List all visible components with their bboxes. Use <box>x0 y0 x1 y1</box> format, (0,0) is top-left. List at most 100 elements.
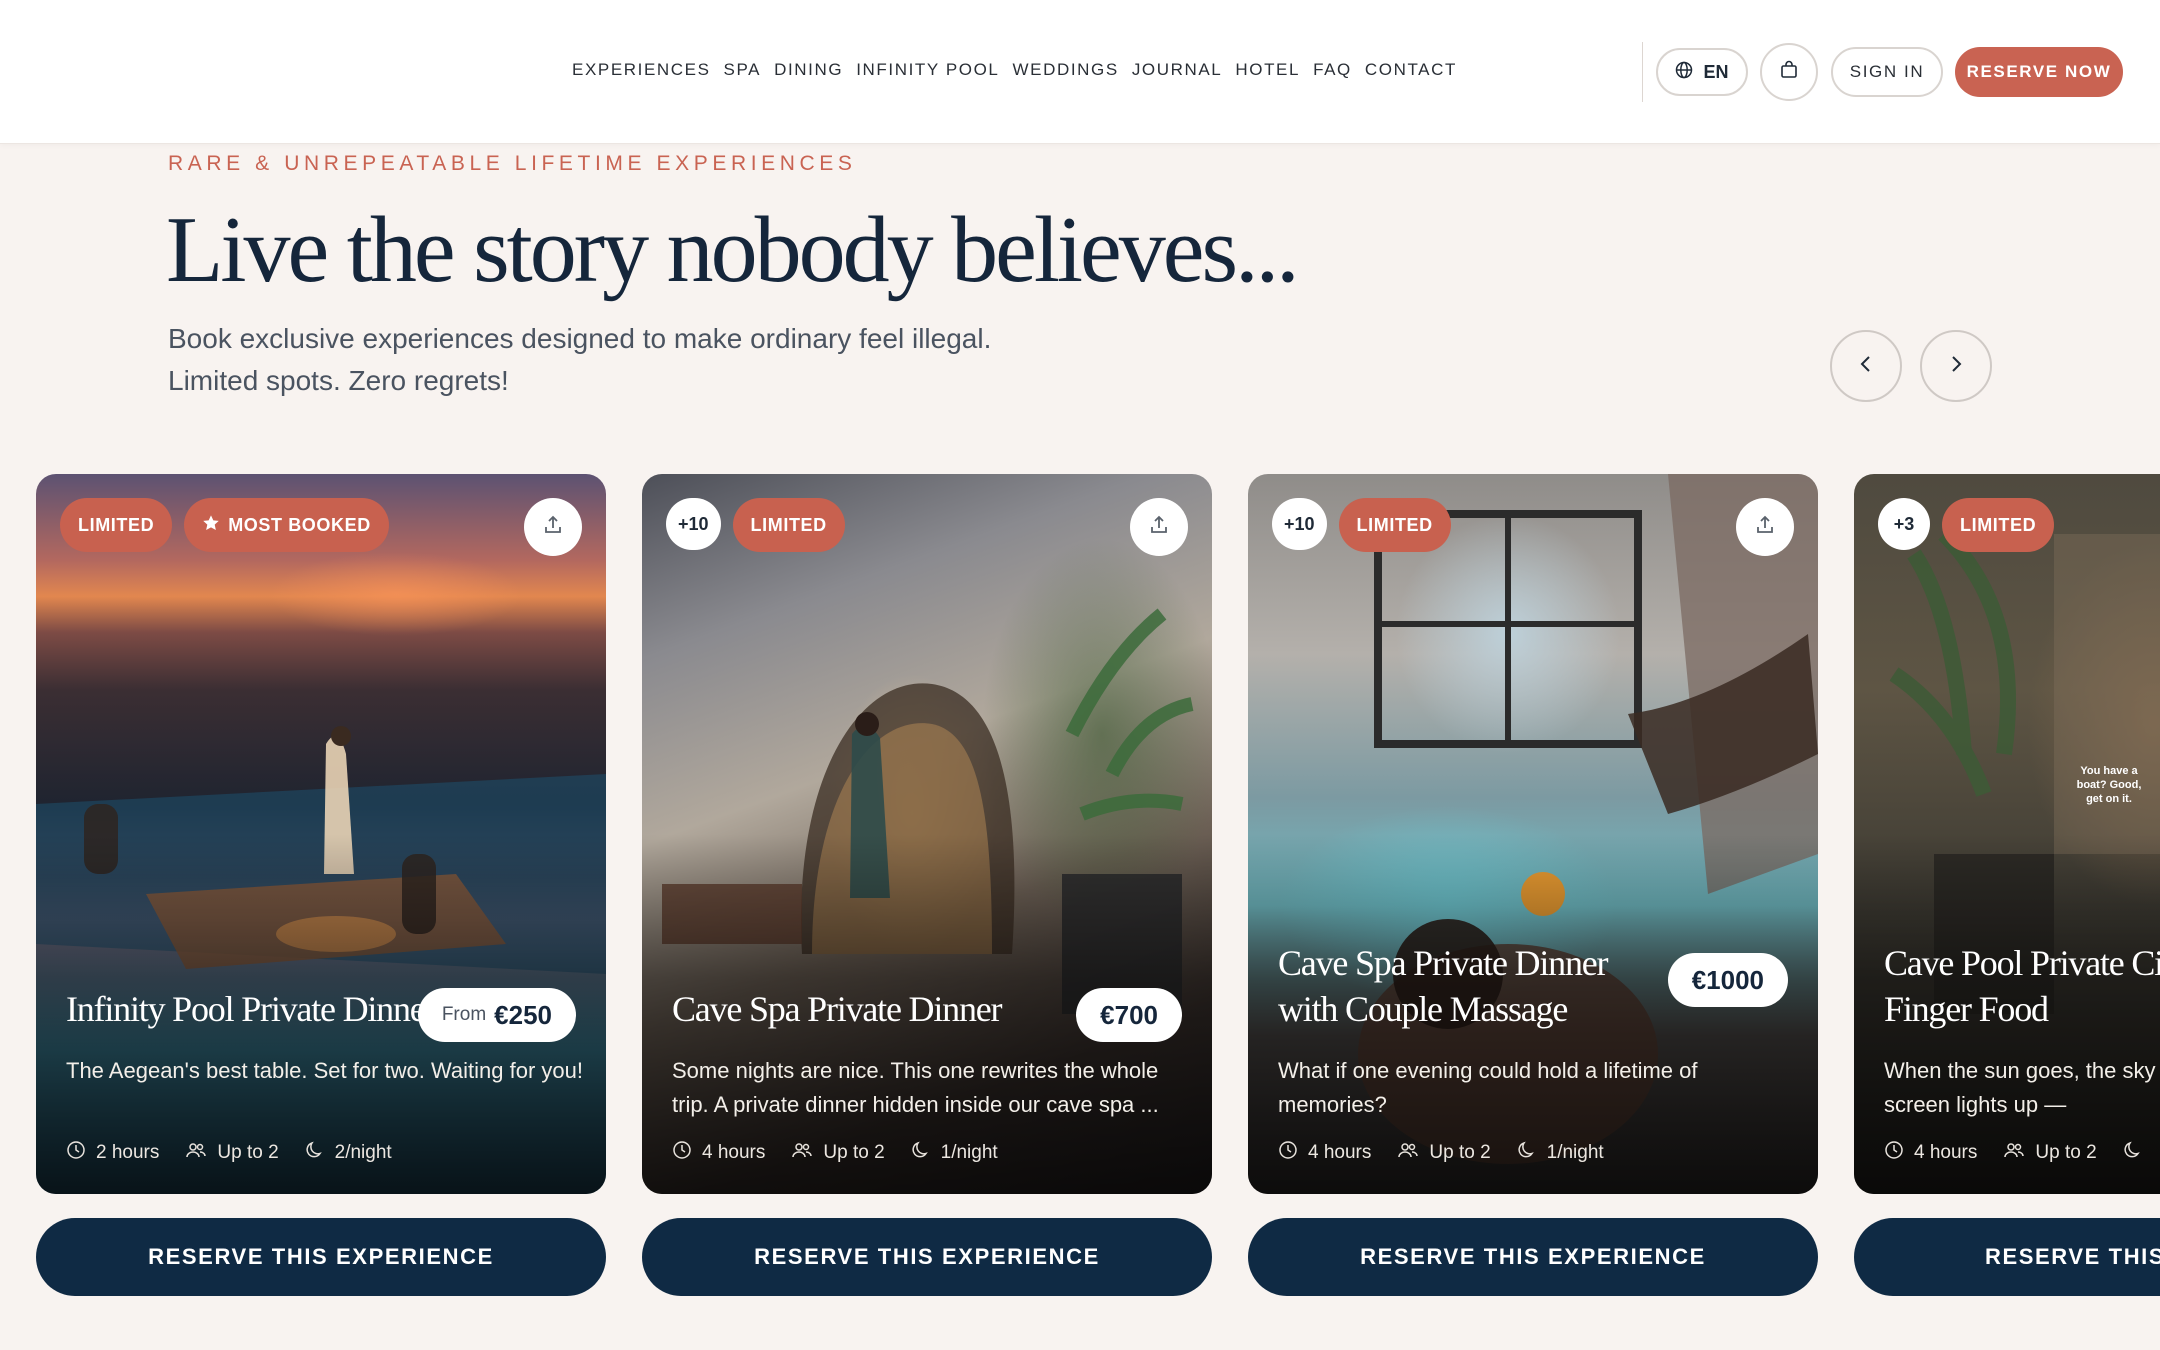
reserve-experience-button[interactable]: RESERVE THIS EXPERIENCE <box>642 1218 1212 1296</box>
site-header: EXPERIENCES SPA DINING INFINITY POOL WED… <box>0 0 2160 144</box>
signin-button[interactable]: SIGN IN <box>1831 47 1943 97</box>
price-pill: From €250 <box>417 988 576 1042</box>
nav-faq[interactable]: FAQ <box>1313 60 1352 80</box>
guests-meta: Up to 2 <box>185 1140 279 1166</box>
availability-meta: 2/night <box>305 1140 392 1166</box>
nav-infinity-pool[interactable]: INFINITY POOL <box>856 60 999 80</box>
clock-icon <box>66 1140 86 1166</box>
photo-count-badge: +3 <box>1878 498 1930 550</box>
clock-icon <box>672 1140 692 1166</box>
photo-count-badge: +10 <box>666 498 721 550</box>
reserve-experience-button[interactable]: RESERVE THIS EXPERIENCE <box>1248 1218 1818 1296</box>
card-badges: +10 LIMITED <box>1272 498 1451 552</box>
nav-journal[interactable]: JOURNAL <box>1132 60 1223 80</box>
moon-icon <box>1517 1140 1537 1166</box>
globe-icon <box>1675 61 1693 84</box>
card-title: Cave Spa Private Dinner <box>672 989 1003 1029</box>
duration-meta: 4 hours <box>1884 1140 1977 1166</box>
hero-subtitle-line: Limited spots. Zero regrets! <box>168 365 509 396</box>
availability-meta <box>2123 1140 2143 1166</box>
nav-experiences[interactable]: EXPERIENCES <box>572 60 711 80</box>
limited-badge: LIMITED <box>732 498 845 552</box>
users-icon <box>185 1140 207 1166</box>
card-description: What if one evening could hold a lifetim… <box>1278 1058 1698 1117</box>
chevron-left-icon <box>1855 353 1877 380</box>
availability-meta: 1/night <box>1517 1140 1604 1166</box>
language-label: EN <box>1703 61 1729 82</box>
main-nav: EXPERIENCES SPA DINING INFINITY POOL WED… <box>572 60 1470 80</box>
card-description: The Aegean's best table. Set for two. Wa… <box>66 1058 583 1083</box>
price-value: €250 <box>494 999 552 1030</box>
users-icon <box>2003 1140 2025 1166</box>
users-icon <box>1397 1140 1419 1166</box>
guests-label: Up to 2 <box>2035 1142 2097 1163</box>
card-badges: +10 LIMITED <box>666 498 845 552</box>
availability-meta: 1/night <box>911 1140 998 1166</box>
carousel-next-button[interactable] <box>1920 330 1992 402</box>
duration-label: 4 hours <box>1914 1142 1978 1163</box>
price-pill: €1000 <box>1667 953 1788 1007</box>
moon-icon <box>2123 1140 2143 1166</box>
share-icon <box>1148 514 1170 541</box>
duration-meta: 2 hours <box>66 1140 159 1166</box>
card-meta: 4 hours Up to 2 1/night <box>672 1140 998 1166</box>
nav-contact[interactable]: CONTACT <box>1365 60 1457 80</box>
nav-spa[interactable]: SPA <box>724 60 762 80</box>
photo-count-badge: +10 <box>1272 498 1327 550</box>
experience-card[interactable]: LIMITED MOST BOOKED Infinity Pool Privat… <box>36 474 606 1194</box>
header-divider <box>1642 42 1643 102</box>
card-description: When the sun goes, the sky when the scre… <box>1884 1058 2160 1117</box>
guests-meta: Up to 2 <box>1397 1140 1491 1166</box>
nav-hotel[interactable]: HOTEL <box>1235 60 1300 80</box>
price-value: €700 <box>1100 999 1158 1030</box>
clock-icon <box>1884 1140 1904 1166</box>
duration-label: 4 hours <box>702 1142 766 1163</box>
most-booked-badge: MOST BOOKED <box>184 498 389 552</box>
most-booked-label: MOST BOOKED <box>228 514 371 535</box>
guests-label: Up to 2 <box>1429 1142 1491 1163</box>
experience-card[interactable]: You have a boat? Good, get on it. +3 LIM… <box>1854 474 2160 1194</box>
card-title: Infinity Pool Private Dinner <box>66 989 437 1029</box>
price-pill: €700 <box>1076 988 1182 1042</box>
share-button[interactable] <box>1130 498 1188 556</box>
nav-dining[interactable]: DINING <box>774 60 843 80</box>
limited-badge: LIMITED <box>1942 498 2055 552</box>
experience-card[interactable]: +10 LIMITED Cave Spa Private Dinner €700… <box>642 474 1212 1194</box>
shopping-bag-icon <box>1779 60 1799 85</box>
hero-subtitle: Book exclusive experiences designed to m… <box>168 318 1068 402</box>
share-icon <box>1754 514 1776 541</box>
reserve-now-button[interactable]: RESERVE NOW <box>1955 47 2123 97</box>
guests-label: Up to 2 <box>217 1142 279 1163</box>
share-button[interactable] <box>1736 498 1794 556</box>
nav-weddings[interactable]: WEDDINGS <box>1013 60 1119 80</box>
duration-label: 4 hours <box>1308 1142 1372 1163</box>
availability-label: 2/night <box>334 1142 392 1163</box>
share-icon <box>542 514 564 541</box>
guests-meta: Up to 2 <box>791 1140 885 1166</box>
card-image-caption: You have a boat? Good, get on it. <box>2076 765 2142 805</box>
availability-label: 1/night <box>940 1142 998 1163</box>
reserve-experience-button[interactable]: RESERVE THIS EXPERIENCE <box>1854 1218 2160 1296</box>
share-button[interactable] <box>524 498 582 556</box>
hero-title: Live the story nobody believes... <box>166 198 1300 302</box>
availability-label: 1/night <box>1546 1142 1604 1163</box>
price-from-label: From <box>441 1004 487 1025</box>
experience-card[interactable]: +10 LIMITED Cave Spa Private Dinner with… <box>1248 474 1818 1194</box>
card-title: Cave Spa Private Dinner with Couple Mass… <box>1278 943 1609 1029</box>
guests-meta: Up to 2 <box>2003 1140 2097 1166</box>
card-badges: +3 LIMITED <box>1878 498 2055 552</box>
moon-icon <box>305 1140 325 1166</box>
guests-label: Up to 2 <box>823 1142 885 1163</box>
card-meta: 4 hours Up to 2 1/night <box>1278 1140 1604 1166</box>
duration-meta: 4 hours <box>672 1140 765 1166</box>
card-meta: 4 hours Up to 2 <box>1884 1140 2143 1166</box>
reserve-experience-button[interactable]: RESERVE THIS EXPERIENCE <box>36 1218 606 1296</box>
carousel-prev-button[interactable] <box>1830 330 1902 402</box>
language-button[interactable]: EN <box>1656 48 1748 96</box>
card-badges: LIMITED MOST BOOKED <box>60 498 389 552</box>
card-description: Some nights are nice. This one rewrites … <box>672 1058 1159 1117</box>
chevron-right-icon <box>1945 353 1967 380</box>
star-icon <box>202 514 220 537</box>
duration-label: 2 hours <box>96 1142 160 1163</box>
cart-button[interactable] <box>1760 43 1818 101</box>
